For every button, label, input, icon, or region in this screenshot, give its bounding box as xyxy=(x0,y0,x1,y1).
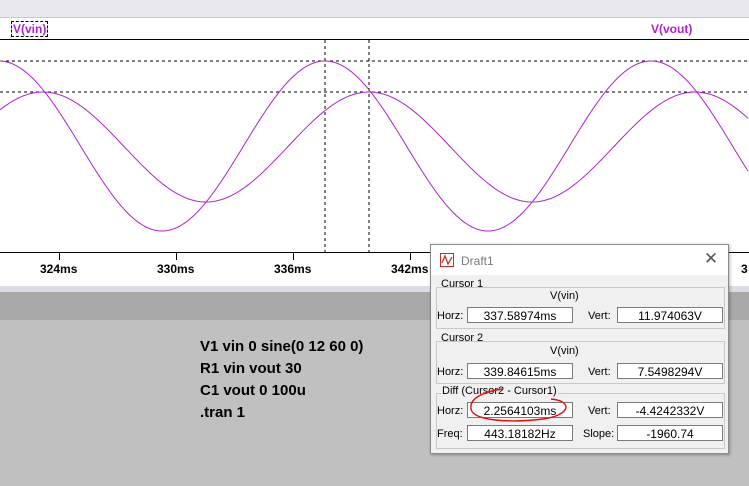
trace-vin-curve xyxy=(0,60,749,232)
waveform-toolbar-band xyxy=(0,0,749,18)
trace-label-vin[interactable]: V(vin) xyxy=(11,21,49,37)
annotation-overlay xyxy=(470,388,567,422)
netlist-line: C1 vout 0 100u xyxy=(200,382,306,399)
x-tick-label: 336ms xyxy=(274,262,312,276)
x-tick-label: 324ms xyxy=(40,262,78,276)
cursor-readout-dialog[interactable]: Draft1 ✕ Cursor 1 V(vin) Horz: 337.58974… xyxy=(430,244,729,454)
x-tick-mark xyxy=(293,253,294,260)
x-tick-label: 330ms xyxy=(157,262,195,276)
spice-directive-block[interactable]: V1 vin 0 sine(0 12 60 0) R1 vin vout 30 … xyxy=(200,336,363,424)
netlist-line: V1 vin 0 sine(0 12 60 0) xyxy=(200,338,364,355)
x-tick-mark xyxy=(410,253,411,260)
x-tick-label: 3 xyxy=(741,262,748,276)
trace-vout-curve xyxy=(0,91,749,203)
netlist-line: .tran 1 xyxy=(200,404,246,421)
waveform-plot[interactable] xyxy=(0,40,749,252)
trace-label-vout[interactable]: V(vout) xyxy=(651,21,692,37)
x-tick-mark xyxy=(59,253,60,260)
netlist-line: R1 vin vout 30 xyxy=(200,360,302,377)
red-annotation-circle xyxy=(470,388,567,422)
trace-label-strip: V(vin) V(vout) xyxy=(0,18,749,40)
x-tick-label: 342ms xyxy=(391,262,429,276)
x-tick-mark xyxy=(176,253,177,260)
